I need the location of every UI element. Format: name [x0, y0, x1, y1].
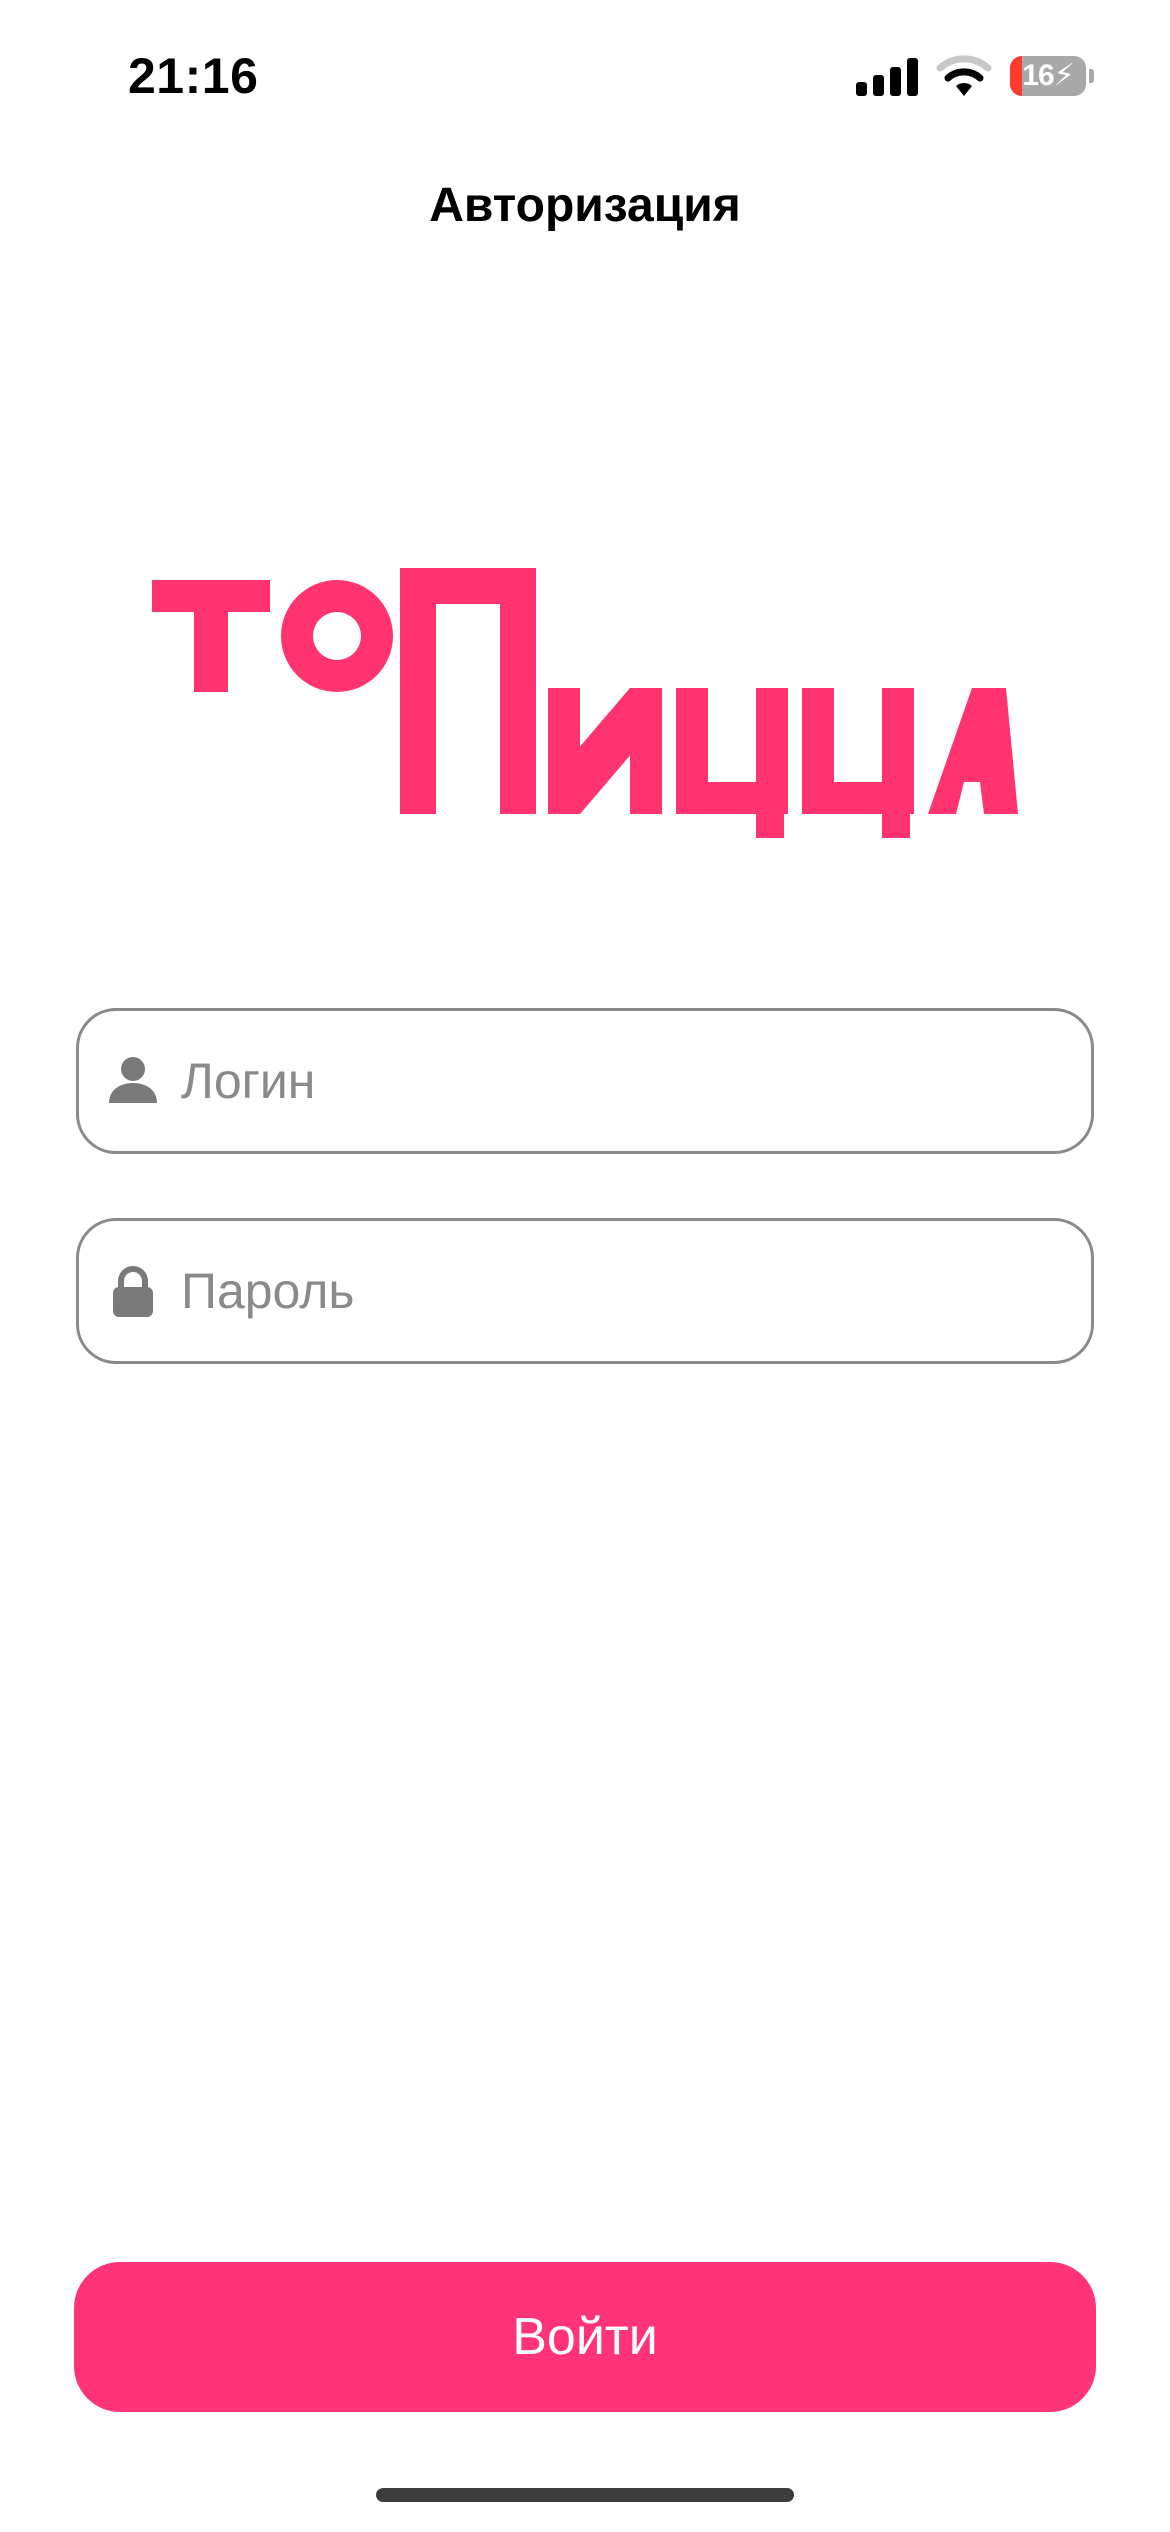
charging-bolt-icon: ⚡ [1053, 59, 1075, 92]
login-field[interactable] [76, 1008, 1094, 1154]
password-input[interactable] [181, 1262, 1061, 1320]
password-field[interactable] [76, 1218, 1094, 1364]
cellular-signal-icon [856, 58, 918, 96]
logo-text-bottom [548, 688, 1018, 838]
person-icon [109, 1057, 157, 1103]
battery-level: 16⚡ [1010, 56, 1086, 96]
logo-text-top [152, 568, 536, 814]
page-title: Авторизация [429, 179, 741, 232]
login-input[interactable] [181, 1052, 1061, 1110]
brand-logo [152, 568, 1018, 838]
lock-icon [113, 1266, 153, 1317]
battery-charging-icon: 16⚡ [1010, 56, 1094, 96]
battery-nub [1089, 69, 1094, 83]
battery-level-value: 16 [1022, 59, 1054, 92]
battery-body: 16⚡ [1010, 56, 1086, 96]
status-time: 21:16 [128, 48, 259, 104]
home-indicator[interactable] [376, 2488, 794, 2502]
login-button[interactable]: Войти [74, 2262, 1096, 2412]
wifi-icon [936, 55, 992, 96]
